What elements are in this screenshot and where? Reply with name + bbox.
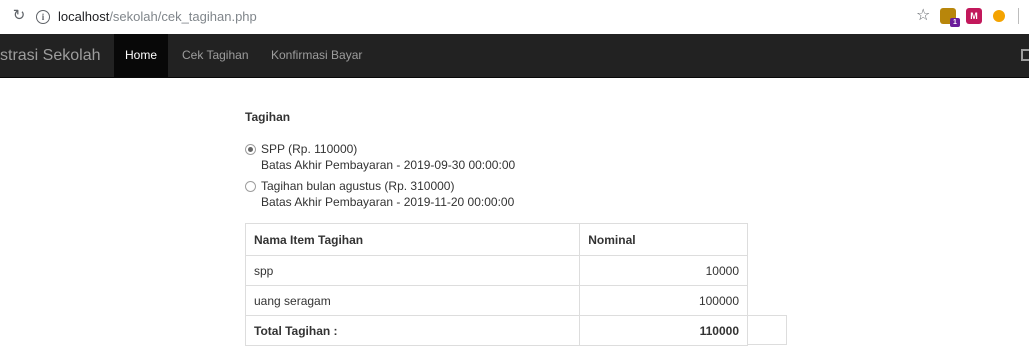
tagihan-items-table: Nama Item Tagihan Nominal spp 10000 uang… [244,223,748,346]
reload-icon[interactable]: ↻ [10,6,28,26]
option-label: SPP (Rp. 110000) [261,142,358,156]
radio-button-selected[interactable] [245,144,256,155]
total-label: Total Tagihan : [244,315,581,346]
item-nominal: 10000 [579,255,748,286]
extension-m-icon[interactable]: M [966,8,982,24]
url-path: /sekolah/cek_tagihan.php [109,9,257,24]
browser-address-bar: ↻ i localhost/sekolah/cek_tagihan.php ☆ … [0,0,1029,35]
navbar-brand[interactable]: strasi Sekolah [0,34,101,77]
extension-orange-icon[interactable] [993,10,1005,22]
item-nominal: 100000 [579,285,748,316]
nav-konfirmasi-bayar[interactable]: Konfirmasi Bayar [271,34,362,77]
tagihan-panel: Tagihan SPP (Rp. 110000) Batas Akhir Pem… [244,110,790,346]
info-icon[interactable]: i [36,10,50,24]
url-host: localhost [58,9,110,24]
column-header-nama: Nama Item Tagihan [244,223,581,256]
item-name: uang seragam [244,285,581,316]
extension-icon[interactable]: 1 [940,8,960,27]
column-header-nominal: Nominal [579,223,748,256]
toolbar-divider [1018,8,1019,24]
nav-home[interactable]: Home [114,34,168,77]
nav-cek-tagihan[interactable]: Cek Tagihan [182,34,249,77]
table-row: spp 10000 [244,255,748,286]
logout-icon[interactable] [1021,49,1029,61]
option-label: Tagihan bulan agustus (Rp. 310000) [261,179,455,193]
radio-button[interactable] [245,181,256,192]
item-name: spp [244,255,581,286]
table-total-row: Total Tagihan : 110000 [244,315,748,346]
tagihan-heading: Tagihan [245,110,291,124]
total-value: 110000 [579,315,748,346]
bookmark-star-icon[interactable]: ☆ [916,6,930,26]
navbar: strasi Sekolah Home Cek Tagihan Konfirma… [0,34,1029,78]
option-due-date: Batas Akhir Pembayaran - 2019-11-20 00:0… [261,195,515,209]
table-row: uang seragam 100000 [244,285,748,316]
option-due-date: Batas Akhir Pembayaran - 2019-09-30 00:0… [261,158,516,172]
total-row-extra-cell [748,315,787,345]
url-field[interactable]: localhost/sekolah/cek_tagihan.php [58,9,257,24]
table-header-row: Nama Item Tagihan Nominal [244,223,748,256]
extension-badge: 1 [950,18,960,27]
